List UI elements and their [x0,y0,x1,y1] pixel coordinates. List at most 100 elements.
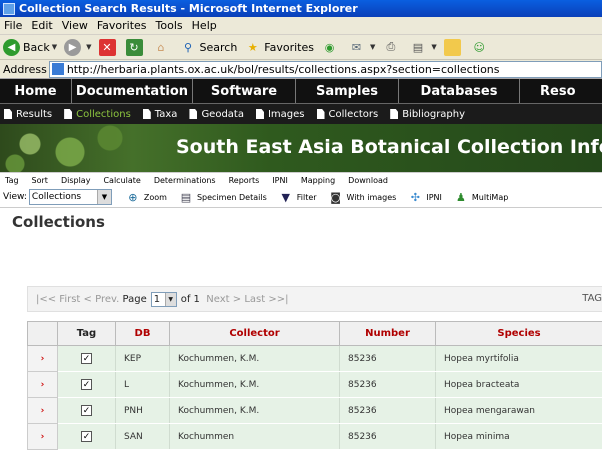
subnav-collectors[interactable]: Collectors [316,109,378,120]
pager-prev[interactable]: < Prev. [84,294,120,305]
col-header-db[interactable]: DB [115,321,170,346]
tag-cell: ✓ [57,397,116,424]
subnav-geodata[interactable]: Geodata [189,109,244,120]
nav-databases[interactable]: Databases [399,79,520,103]
home-button[interactable]: ⌂ [153,39,173,56]
with-images-button[interactable]: ◙ With images [329,190,396,204]
menu-ipni[interactable]: IPNI [272,176,288,185]
db-cell: L [115,371,170,398]
menu-determinations[interactable]: Determinations [154,176,216,185]
nav-software[interactable]: Software [193,79,296,103]
expand-row-icon[interactable]: › [27,397,58,424]
document-icon [64,109,73,119]
mail-button[interactable]: ✉ ▼ [348,39,376,56]
subnav-results[interactable]: Results [4,109,52,120]
menu-favorites[interactable]: Favorites [97,19,147,32]
page-select-value: 1 [153,293,161,305]
print-button[interactable]: ⎙ [382,39,402,56]
menu-tag[interactable]: Tag [5,176,19,185]
app-toolbar: View: Collections ▼ ⊕ Zoom ▤ Specimen De… [0,187,602,208]
pager-tag-label[interactable]: TAG [582,293,602,304]
page-title: Collections [12,213,105,231]
back-dropdown-icon[interactable]: ▼ [52,43,57,51]
col-header-number[interactable]: Number [339,321,436,346]
menu-download[interactable]: Download [348,176,388,185]
page-icon [51,63,64,75]
forward-button[interactable]: ▶ ▼ [64,38,92,56]
pager-first[interactable]: |<< First [36,294,80,305]
back-arrow-icon: ◀ [3,38,20,56]
back-button[interactable]: ◀ Back ▼ [3,38,57,56]
tag-checkbox[interactable]: ✓ [81,431,92,442]
browser-toolbar: ◀ Back ▼ ▶ ▼ ✕ ↻ ⌂ ⚲ Search ★ Favorites … [0,35,602,60]
chevron-down-icon[interactable]: ▼ [164,292,176,306]
search-button[interactable]: ⚲ Search [180,39,237,56]
expand-row-icon[interactable]: › [27,345,58,372]
filter-button[interactable]: ▼ Filter [279,190,317,204]
col-header-collector[interactable]: Collector [169,321,340,346]
edit-button[interactable]: ▤ ▼ [409,39,437,56]
messenger-button[interactable]: ☺ [471,39,491,56]
zoom-button[interactable]: ⊕ Zoom [126,190,167,204]
nav-samples[interactable]: Samples [296,79,399,103]
tag-checkbox[interactable]: ✓ [81,405,92,416]
pager-last[interactable]: Last >>| [244,294,288,305]
favorites-button[interactable]: ★ Favorites [244,39,314,56]
pager-next[interactable]: Next > [206,294,241,305]
mail-dropdown-icon[interactable]: ▼ [370,43,375,51]
media-icon: ◉ [324,40,335,54]
menu-help[interactable]: Help [192,19,217,32]
ie-icon [3,2,15,15]
expand-row-icon[interactable]: › [27,371,58,398]
specimen-details-button[interactable]: ▤ Specimen Details [179,190,267,204]
subnav-collections[interactable]: Collections [64,109,131,120]
menu-sort[interactable]: Sort [32,176,48,185]
col-header-species[interactable]: Species [435,321,602,346]
messenger-icon: ☺ [473,40,486,54]
menu-calculate[interactable]: Calculate [103,176,140,185]
search-icon: ⚲ [183,40,193,54]
specimen-details-icon: ▤ [180,190,192,204]
menu-file[interactable]: File [4,19,22,32]
nav-documentation[interactable]: Documentation [72,79,193,103]
subnav-images[interactable]: Images [255,109,305,120]
nav-home[interactable]: Home [0,79,72,103]
expand-row-icon[interactable]: › [27,423,58,450]
nav-resources[interactable]: Reso [520,79,602,103]
menu-edit[interactable]: Edit [31,19,52,32]
folder-button[interactable] [443,38,464,56]
media-button[interactable]: ◉ [321,39,341,56]
table-row: › ✓ L Kochummen, K.M. 85236 Hopea bracte… [27,371,602,398]
tag-checkbox[interactable]: ✓ [81,379,92,390]
menu-display[interactable]: Display [61,176,91,185]
tag-cell: ✓ [57,345,116,372]
species-cell: Hopea mengarawan [435,397,602,424]
table-row: › ✓ PNH Kochummen, K.M. 85236 Hopea meng… [27,397,602,424]
address-input[interactable]: http://herbaria.plants.ox.ac.uk/bol/resu… [48,60,602,78]
view-select[interactable]: Collections ▼ [28,189,112,205]
filter-icon: ▼ [281,190,290,204]
subnav-bibliography[interactable]: Bibliography [390,109,465,120]
collector-cell: Kochummen, K.M. [169,371,340,398]
menu-tools[interactable]: Tools [156,19,183,32]
table-header-row: Tag DB Collector Number Species [27,321,602,346]
subnav-taxa[interactable]: Taxa [142,109,177,120]
ipni-icon: ✣ [410,190,420,204]
menu-mapping[interactable]: Mapping [301,176,335,185]
address-url: http://herbaria.plants.ox.ac.uk/bol/resu… [66,62,500,76]
page-select[interactable]: 1 ▼ [150,291,177,307]
refresh-button[interactable]: ↻ [125,38,146,56]
edit-dropdown-icon[interactable]: ▼ [431,43,436,51]
col-header-tag[interactable]: Tag [57,321,116,346]
stop-button[interactable]: ✕ [98,38,119,56]
leaves-image [0,124,150,172]
chevron-down-icon[interactable]: ▼ [96,190,111,204]
forward-dropdown-icon[interactable]: ▼ [86,43,91,51]
multimap-button[interactable]: ♟ MultiMap [454,190,508,204]
ipni-button[interactable]: ✣ IPNI [408,190,442,204]
tag-checkbox[interactable]: ✓ [81,353,92,364]
menu-reports[interactable]: Reports [229,176,260,185]
document-icon [189,109,198,119]
collector-cell: Kochummen, K.M. [169,397,340,424]
menu-view[interactable]: View [62,19,88,32]
